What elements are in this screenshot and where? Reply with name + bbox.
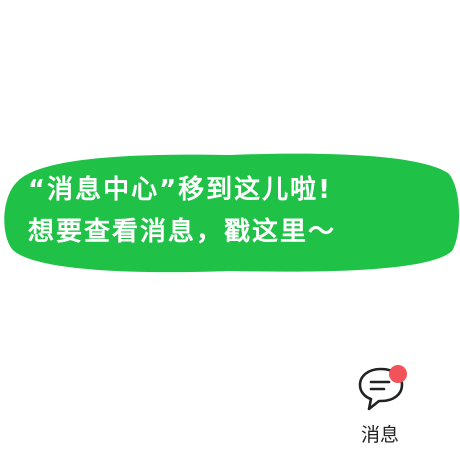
tip-bubble: “消息中心”移到这儿啦! 想要查看消息，戳这里～: [0, 147, 460, 277]
onboarding-tip-screen: “消息中心”移到这儿啦! 想要查看消息，戳这里～ 消息: [0, 0, 460, 453]
tip-text: “消息中心”移到这儿啦! 想要查看消息，戳这里～: [28, 169, 438, 253]
tip-line-2: 想要查看消息，戳这里～: [28, 217, 337, 247]
tip-line-1: “消息中心”移到这儿啦!: [28, 175, 333, 205]
message-center-label: 消息: [360, 424, 399, 446]
unread-badge: [389, 365, 407, 383]
message-center-button[interactable]: 消息: [350, 362, 410, 448]
